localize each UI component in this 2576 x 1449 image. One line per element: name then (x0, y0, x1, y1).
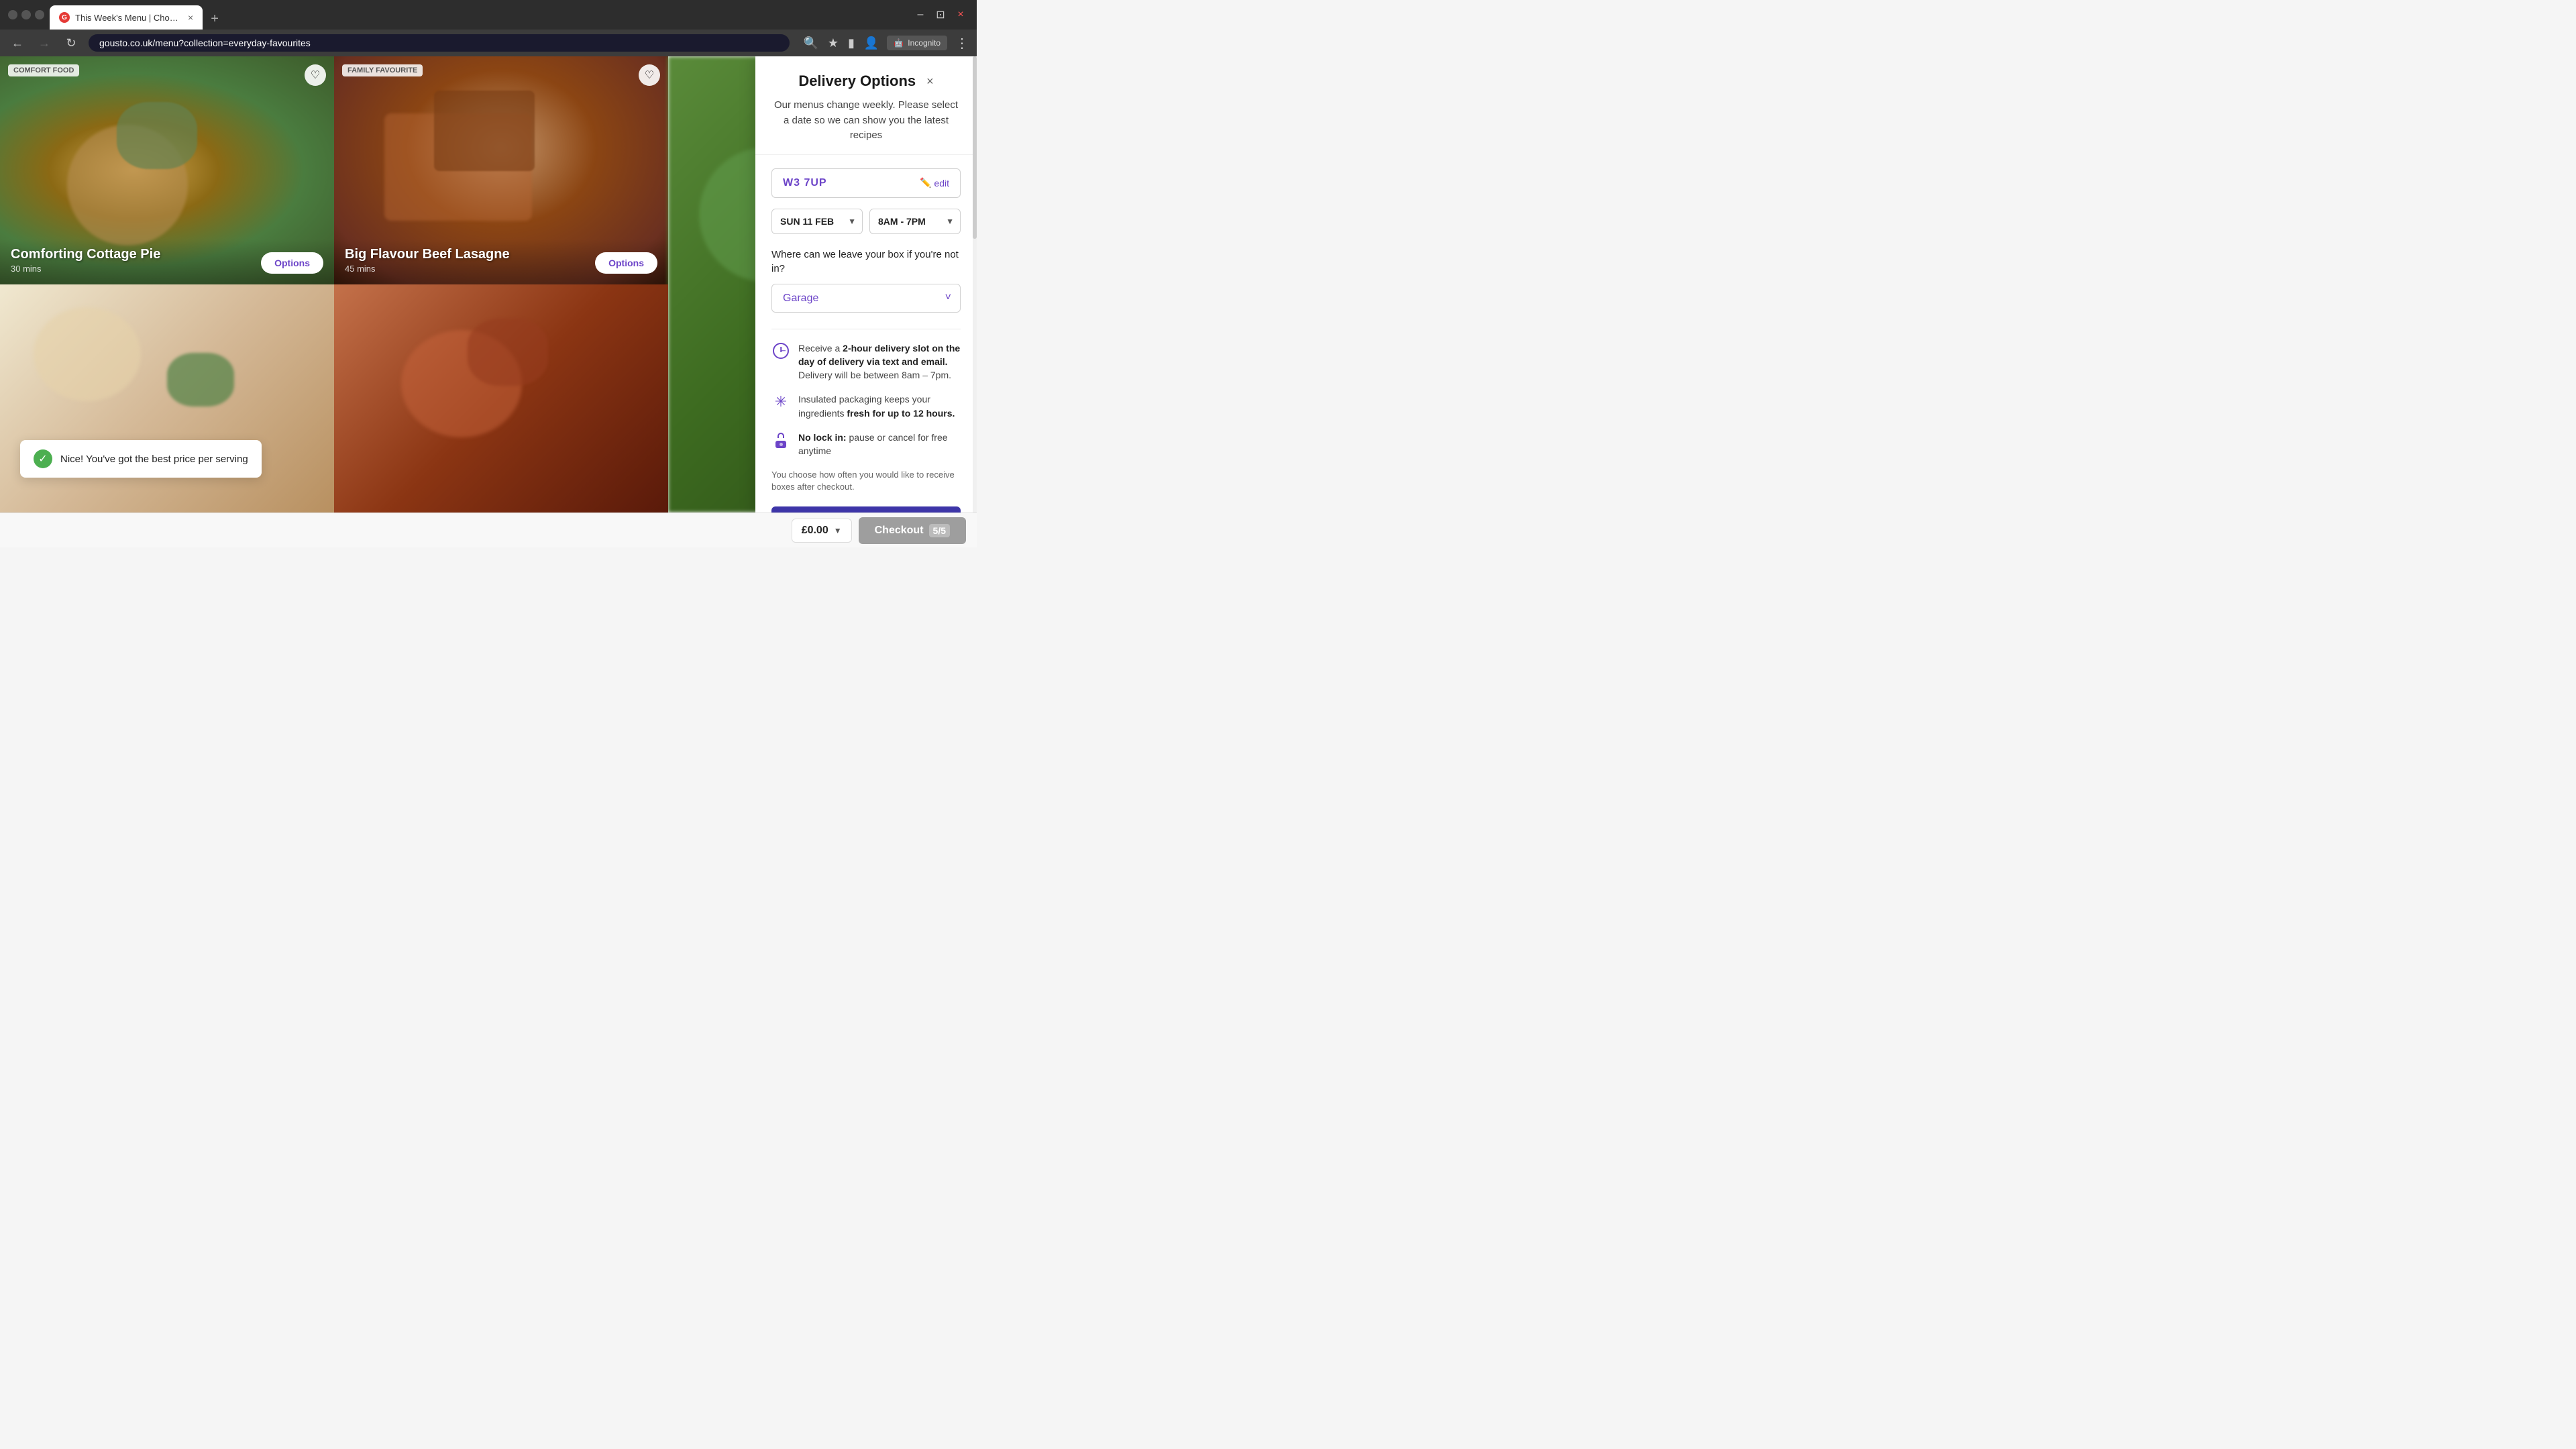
snowflake-icon: ✳ (771, 392, 790, 411)
checkout-button[interactable]: Checkout 5/5 (859, 517, 966, 544)
food-card-3 (0, 284, 334, 513)
checkout-count-badge: 5/5 (929, 524, 950, 537)
toast-notification: ✓ Nice! You've got the best price per se… (20, 440, 262, 478)
toast-check-icon: ✓ (34, 449, 52, 468)
browser-chrome: G This Week's Menu | Choose Fro... × + –… (0, 0, 977, 30)
date-select-wrapper: SUN 11 FEB MON 12 FEB TUE 13 FEB ▼ (771, 209, 863, 234)
toast-message: Nice! You've got the best price per serv… (60, 453, 248, 465)
clock-icon (771, 341, 790, 360)
modal-body: W3 7UP ✏️ edit SUN 11 FEB MON 12 FEB TUE… (755, 155, 977, 513)
restore-button[interactable]: ⊡ (932, 7, 949, 23)
url-text: gousto.co.uk/menu?collection=everyday-fa… (99, 38, 311, 48)
extensions-icon[interactable]: ▮ (848, 36, 855, 50)
tab-favicon: G (59, 12, 70, 23)
food-card-1: COMFORT FOOD ♡ Comforting Cottage Pie 30… (0, 56, 334, 284)
card-1-favorite-button[interactable]: ♡ (305, 64, 326, 86)
active-tab[interactable]: G This Week's Menu | Choose Fro... × (50, 5, 203, 30)
window-controls: – ⊡ × (912, 7, 969, 23)
browser-tabs: G This Week's Menu | Choose Fro... × + (50, 0, 907, 30)
tab-close-button[interactable]: × (188, 12, 193, 23)
info-item-lock: No lock in: pause or cancel for free any… (771, 431, 961, 458)
card-2-label: FAMILY FAVOURITE (342, 64, 423, 76)
food-card-4 (334, 284, 668, 513)
address-icons: 🔍 ★ ▮ 👤 (803, 36, 879, 50)
incognito-icon: 🤖 (894, 38, 904, 48)
time-select-wrapper: 8AM - 7PM 8AM - 12PM 12PM - 4PM ▼ (869, 209, 961, 234)
info-text-lock: No lock in: pause or cancel for free any… (798, 431, 961, 458)
modal-scrollbar[interactable] (973, 56, 977, 513)
info-item-snowflake: ✳ Insulated packaging keeps your ingredi… (771, 392, 961, 420)
leave-box-label: Where can we leave your box if you're no… (771, 248, 961, 276)
pencil-icon: ✏️ (920, 177, 931, 189)
info-text-clock: Receive a 2-hour delivery slot on the da… (798, 341, 961, 382)
modal-subtitle: Our menus change weekly. Please select a… (771, 98, 961, 144)
footer-note: You choose how often you would like to r… (771, 469, 961, 493)
price-dropdown-icon: ▼ (834, 526, 842, 535)
date-select[interactable]: SUN 11 FEB MON 12 FEB TUE 13 FEB (771, 209, 863, 234)
bottom-bar: £0.00 ▼ Checkout 5/5 (0, 513, 977, 547)
modal-title: Delivery Options × (771, 72, 961, 90)
profile-icon[interactable]: 👤 (864, 36, 879, 50)
card-2-favorite-button[interactable]: ♡ (639, 64, 660, 86)
edit-postcode-link[interactable]: ✏️ edit (920, 177, 949, 189)
close-button[interactable]: × (953, 7, 969, 23)
incognito-badge: 🤖 Incognito (887, 36, 947, 50)
location-select[interactable]: Garage Front door Back door Neighbour Ot… (771, 284, 961, 313)
info-item-clock: Receive a 2-hour delivery slot on the da… (771, 341, 961, 382)
time-select[interactable]: 8AM - 7PM 8AM - 12PM 12PM - 4PM (869, 209, 961, 234)
update-delivery-date-button[interactable]: Update delivery date (771, 506, 961, 513)
delivery-modal: Delivery Options × Our menus change week… (755, 56, 977, 513)
no-lock-icon (771, 431, 790, 449)
forward-button[interactable]: → (35, 34, 54, 52)
back-button[interactable]: ← (8, 34, 27, 52)
reload-button[interactable]: ↻ (62, 34, 80, 52)
postcode-text: W3 7UP (783, 177, 827, 189)
price-text: £0.00 (802, 525, 828, 537)
tab-title: This Week's Menu | Choose Fro... (75, 13, 182, 23)
info-text-snowflake: Insulated packaging keeps your ingredien… (798, 392, 961, 420)
modal-header: Delivery Options × Our menus change week… (755, 56, 977, 155)
search-icon[interactable]: 🔍 (803, 36, 818, 50)
price-pill[interactable]: £0.00 ▼ (792, 519, 852, 543)
card-1-label: COMFORT FOOD (8, 64, 79, 76)
info-list: Receive a 2-hour delivery slot on the da… (771, 329, 961, 458)
card-2-options-button[interactable]: Options (595, 252, 657, 274)
card-1-options-button[interactable]: Options (261, 252, 323, 274)
modal-close-button[interactable]: × (926, 74, 934, 89)
datetime-row: SUN 11 FEB MON 12 FEB TUE 13 FEB ▼ 8AM -… (771, 209, 961, 234)
url-bar[interactable]: gousto.co.uk/menu?collection=everyday-fa… (89, 34, 790, 52)
food-card-2: FAMILY FAVOURITE ♡ Big Flavour Beef Lasa… (334, 56, 668, 284)
modal-scrollbar-thumb (973, 56, 977, 239)
minimize-button[interactable]: – (912, 7, 928, 23)
location-select-wrapper: Garage Front door Back door Neighbour Ot… (771, 284, 961, 313)
postcode-row: W3 7UP ✏️ edit (771, 168, 961, 198)
browser-menu-button[interactable]: ⋮ (955, 35, 969, 52)
main-content: COMFORT FOOD ♡ Comforting Cottage Pie 30… (0, 56, 977, 513)
new-tab-button[interactable]: + (205, 9, 224, 30)
address-bar: ← → ↻ gousto.co.uk/menu?collection=every… (0, 30, 977, 56)
bookmark-icon[interactable]: ★ (828, 36, 839, 50)
